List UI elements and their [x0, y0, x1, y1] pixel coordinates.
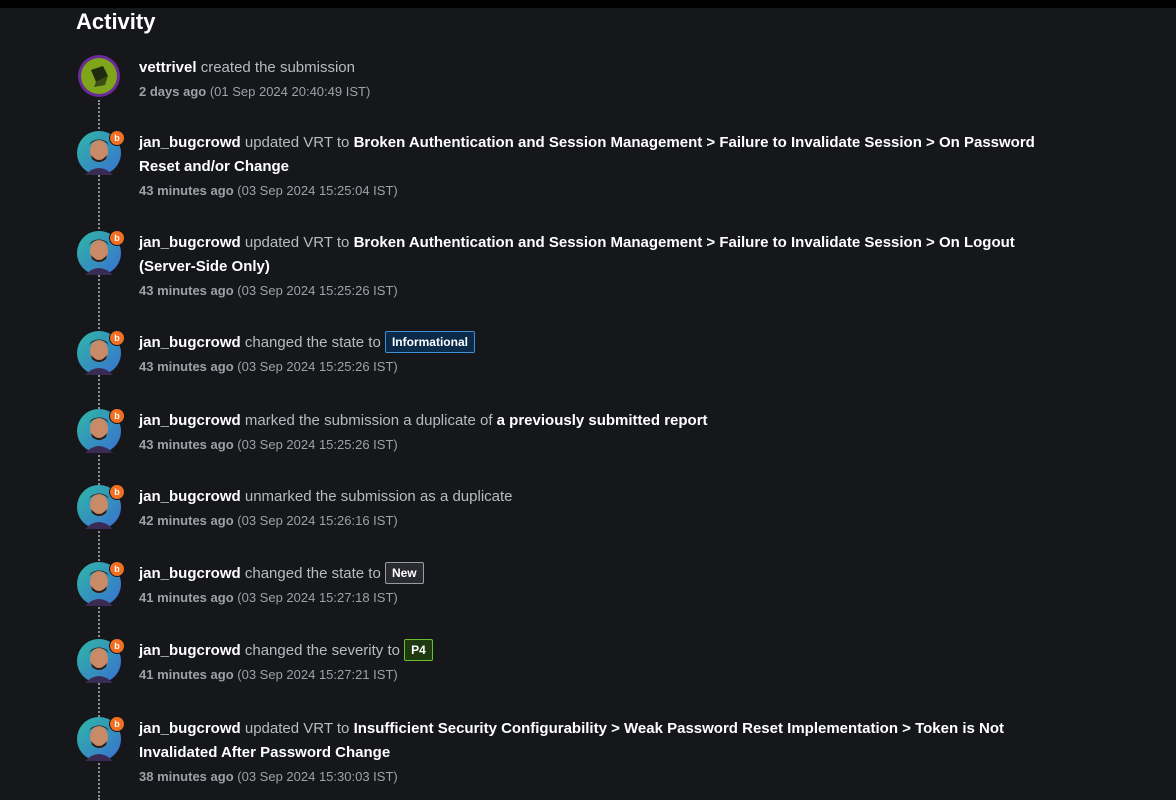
event-content: vettrivel created the submission 2 days … [139, 56, 1059, 101]
bugcrowd-badge-icon: b [109, 638, 125, 654]
relative-time: 2 days ago [139, 84, 207, 99]
state-badge: Informational [384, 331, 475, 353]
bugcrowd-badge-icon: b [109, 484, 125, 500]
event-timestamp: 43 minutes ago (03 Sep 2024 15:25:26 IST… [139, 282, 1059, 300]
event-content: jan_bugcrowd updated VRT to Broken Authe… [139, 231, 1059, 300]
username-link[interactable]: jan_bugcrowd [139, 488, 241, 505]
absolute-time: (03 Sep 2024 15:26:16 IST) [237, 513, 398, 528]
username-link[interactable]: jan_bugcrowd [139, 565, 241, 582]
event-timestamp: 41 minutes ago (03 Sep 2024 15:27:18 IST… [139, 589, 1059, 607]
event-content: jan_bugcrowd changed the state to Inform… [139, 331, 1059, 376]
event-timestamp: 42 minutes ago (03 Sep 2024 15:26:16 IST… [139, 512, 1059, 530]
severity-badge: P4 [404, 639, 433, 661]
avatar[interactable]: b [77, 230, 125, 275]
absolute-time: (03 Sep 2024 15:30:03 IST) [237, 769, 398, 784]
absolute-time: (03 Sep 2024 15:27:18 IST) [237, 590, 398, 605]
event-timestamp: 43 minutes ago (03 Sep 2024 15:25:04 IST… [139, 182, 1059, 200]
relative-time: 41 minutes ago [139, 667, 234, 682]
event-timestamp: 2 days ago (01 Sep 2024 20:40:49 IST) [139, 83, 1059, 101]
event-content: jan_bugcrowd updated VRT to Insufficient… [139, 717, 1059, 786]
event-content: jan_bugcrowd marked the submission a dup… [139, 409, 1059, 454]
relative-time: 43 minutes ago [139, 183, 234, 198]
event-content: jan_bugcrowd changed the severity to P4 … [139, 639, 1059, 684]
avatar[interactable]: b [77, 130, 125, 175]
avatar[interactable]: b [77, 638, 125, 683]
event-timestamp: 41 minutes ago (03 Sep 2024 15:27:21 IST… [139, 666, 1059, 684]
username-link[interactable]: jan_bugcrowd [139, 334, 241, 351]
absolute-time: (01 Sep 2024 20:40:49 IST) [209, 84, 371, 99]
event-timestamp: 38 minutes ago (03 Sep 2024 15:30:03 IST… [139, 768, 1059, 786]
event-action: unmarked the submission as a duplicate [244, 488, 513, 505]
username-link[interactable]: jan_bugcrowd [139, 720, 241, 737]
top-bar [0, 0, 1176, 8]
event-action: marked the submission a duplicate of [244, 412, 493, 429]
event-action: changed the severity to [244, 642, 400, 659]
event-action: changed the state to [244, 334, 381, 351]
event-action: updated VRT to [244, 720, 350, 737]
username-link[interactable]: vettrivel [139, 59, 197, 76]
relative-time: 43 minutes ago [139, 283, 234, 298]
event-action: created the submission [200, 59, 355, 76]
bugcrowd-badge-icon: b [109, 561, 125, 577]
bugcrowd-badge-icon: b [109, 230, 125, 246]
username-link[interactable]: jan_bugcrowd [139, 234, 241, 251]
activity-heading: Activity [76, 9, 156, 34]
event-action: updated VRT to [244, 234, 350, 251]
relative-time: 38 minutes ago [139, 769, 234, 784]
username-link[interactable]: jan_bugcrowd [139, 642, 241, 659]
bugcrowd-badge-icon: b [109, 330, 125, 346]
avatar[interactable]: b [77, 484, 125, 529]
absolute-time: (03 Sep 2024 15:25:26 IST) [237, 437, 398, 452]
avatar[interactable]: b [77, 716, 125, 761]
avatar[interactable]: b [77, 408, 125, 453]
absolute-time: (03 Sep 2024 15:25:04 IST) [237, 183, 398, 198]
username-link[interactable]: jan_bugcrowd [139, 134, 241, 151]
relative-time: 41 minutes ago [139, 590, 234, 605]
absolute-time: (03 Sep 2024 15:27:21 IST) [237, 667, 398, 682]
event-content: jan_bugcrowd changed the state to New 41… [139, 562, 1059, 607]
event-action: changed the state to [244, 565, 381, 582]
absolute-time: (03 Sep 2024 15:25:26 IST) [237, 359, 398, 374]
event-timestamp: 43 minutes ago (03 Sep 2024 15:25:26 IST… [139, 358, 1059, 376]
bugcrowd-badge-icon: b [109, 408, 125, 424]
event-content: jan_bugcrowd updated VRT to Broken Authe… [139, 131, 1059, 200]
relative-time: 43 minutes ago [139, 437, 234, 452]
relative-time: 42 minutes ago [139, 513, 234, 528]
avatar[interactable]: b [77, 561, 125, 606]
vettrivel-avatar-icon [78, 55, 120, 97]
absolute-time: (03 Sep 2024 15:25:26 IST) [237, 283, 398, 298]
bugcrowd-badge-icon: b [109, 716, 125, 732]
duplicate-report-link[interactable]: a previously submitted report [497, 412, 708, 429]
state-badge: New [384, 562, 424, 584]
event-action: updated VRT to [244, 134, 350, 151]
event-content: jan_bugcrowd unmarked the submission as … [139, 485, 1059, 530]
event-timestamp: 43 minutes ago (03 Sep 2024 15:25:26 IST… [139, 436, 1059, 454]
relative-time: 43 minutes ago [139, 359, 234, 374]
avatar[interactable] [77, 54, 121, 98]
username-link[interactable]: jan_bugcrowd [139, 412, 241, 429]
bugcrowd-badge-icon: b [109, 130, 125, 146]
avatar[interactable]: b [77, 330, 125, 375]
